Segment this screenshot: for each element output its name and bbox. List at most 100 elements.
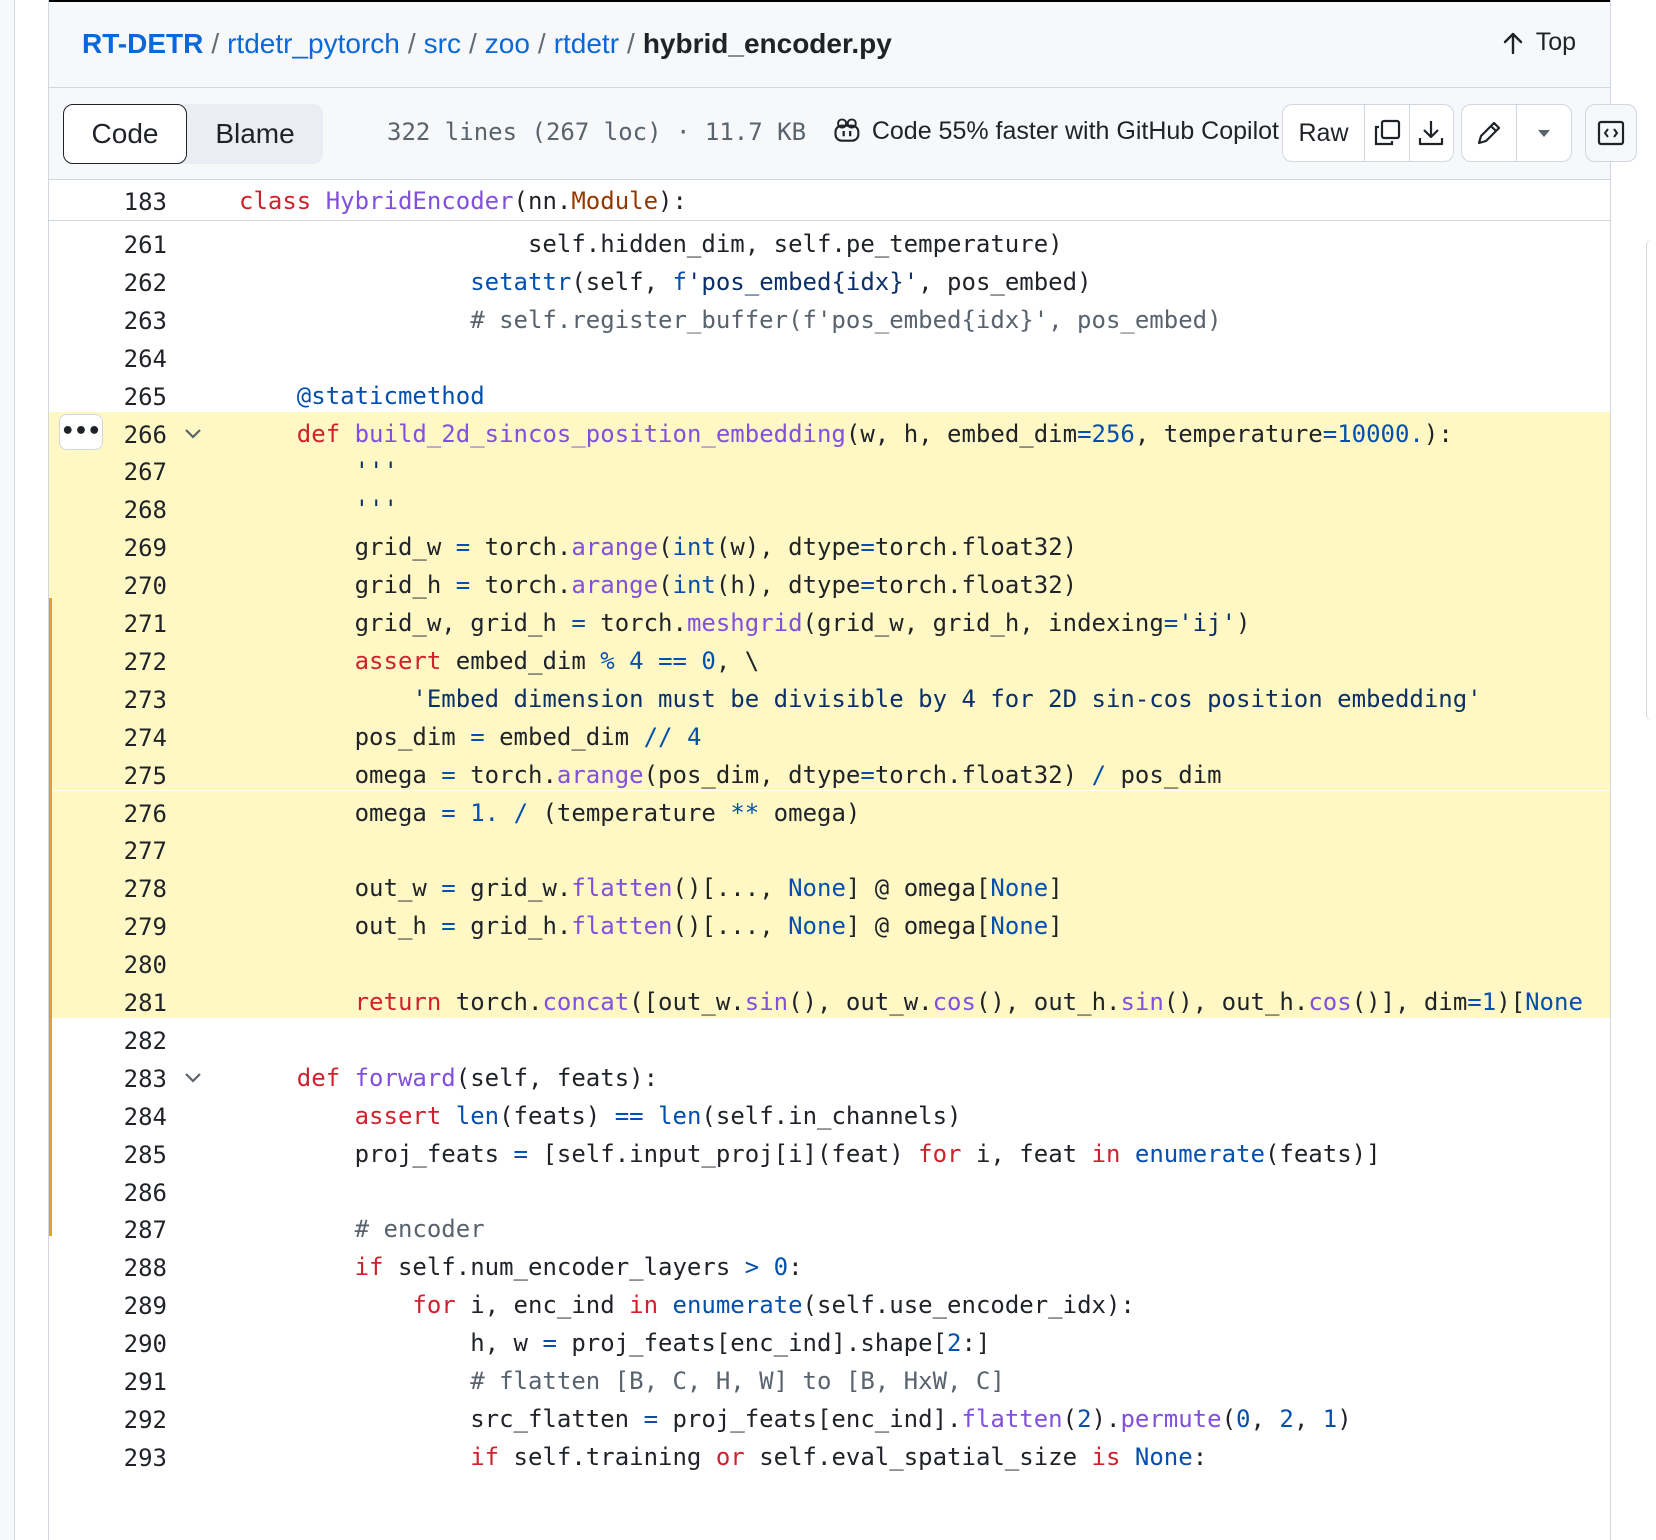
breadcrumb-folder-link[interactable]: src [424,28,461,59]
line-number[interactable]: 267 [49,458,167,486]
code-line[interactable]: 287 # encoder [49,1207,1610,1245]
line-number[interactable]: 287 [49,1216,167,1244]
line-number[interactable]: 263 [49,307,167,335]
code-line[interactable]: 265 @staticmethod [49,374,1610,412]
line-number[interactable]: 277 [49,837,167,865]
line-number[interactable]: 282 [49,1027,167,1055]
line-number[interactable]: 265 [49,383,167,411]
code-line[interactable]: 286 [49,1170,1610,1208]
line-number[interactable]: 273 [49,686,167,714]
code-line[interactable]: 267 ''' [49,449,1610,488]
code-line[interactable]: 262 setattr(self, f'pos_embed{idx}', pos… [49,260,1610,298]
left-gutter [0,0,15,1540]
page-scrollbar[interactable] [1646,240,1656,720]
code-line[interactable]: 290 h, w = proj_feats[enc_ind].shape[2:] [49,1321,1610,1359]
raw-button[interactable]: Raw [1283,105,1366,161]
download-button[interactable] [1410,105,1453,161]
code-text: omega = 1. / (temperature ** omega) [239,798,861,827]
code-line[interactable]: 264 [49,336,1610,374]
code-line[interactable]: 263 # self.register_buffer(f'pos_embed{i… [49,298,1610,336]
line-number[interactable]: 284 [49,1103,167,1131]
code-line[interactable]: 292 src_flatten = proj_feats[enc_ind].fl… [49,1397,1610,1435]
code-line[interactable]: 280 [49,942,1610,980]
line-number[interactable]: 280 [49,951,167,979]
line-number[interactable]: 286 [49,1179,167,1207]
fold-chevron-icon[interactable] [183,422,203,446]
line-options-button[interactable]: ••• [59,413,103,450]
line-number[interactable]: 276 [49,800,167,828]
code-line[interactable]: 285 proj_feats = [self.input_proj[i](fea… [49,1132,1610,1170]
code-text: ''' [354,457,398,486]
line-number[interactable]: 281 [49,989,167,1017]
breadcrumb-folder-link[interactable]: zoo [485,28,530,59]
line-number[interactable]: 271 [49,610,167,638]
code-line[interactable]: 288 if self.num_encoder_layers > 0: [49,1245,1610,1283]
code-text: def forward(self, feats): [296,1063,659,1092]
breadcrumb-folder-link[interactable]: rtdetr [554,28,619,59]
code-line[interactable]: 279 out_h = grid_h.flatten()[..., None] … [49,904,1610,943]
code-line[interactable]: 283 def forward(self, feats): [49,1056,1610,1094]
line-number[interactable]: 288 [49,1254,167,1282]
line-number[interactable]: 264 [49,345,167,373]
copy-raw-button[interactable] [1365,105,1410,161]
tab-code[interactable]: Code [63,104,187,164]
breadcrumb-repo-link[interactable]: RT-DETR [82,28,203,59]
file-panel: RT-DETR / rtdetr_pytorch / src / zoo / rtdetr / hy… [48,0,1637,1540]
line-number[interactable]: 274 [49,724,167,752]
copilot-icon [834,118,860,142]
code-line[interactable]: 293 if self.training or self.eval_spatia… [49,1435,1610,1473]
line-number[interactable]: 183 [49,188,167,216]
line-number[interactable]: 268 [49,496,167,524]
code-line[interactable]: 291 # flatten [B, C, H, W] to [B, HxW, C… [49,1359,1610,1397]
line-number[interactable]: 269 [49,534,167,562]
code-line[interactable]: 273 'Embed dimension must be divisible b… [49,676,1610,715]
breadcrumb: RT-DETR / rtdetr_pytorch / src / zoo / rtdetr / hy… [82,28,892,60]
line-number[interactable]: 285 [49,1141,167,1169]
line-number[interactable]: 289 [49,1292,167,1320]
code-line[interactable]: 278 out_w = grid_w.flatten()[..., None] … [49,866,1610,905]
code-line[interactable]: 266 ••• def build_2d_sincos_position_embe… [49,411,1610,450]
line-number[interactable]: 261 [49,231,167,259]
line-number[interactable]: 279 [49,913,167,941]
code-line[interactable]: 281 return torch.concat([out_w.sin(), ou… [49,980,1610,1018]
code-line[interactable]: 275 omega = torch.arange(pos_dim, dtype=… [49,752,1610,791]
line-number[interactable]: 290 [49,1330,167,1358]
code-text: if self.num_encoder_layers > 0: [354,1253,803,1282]
code-line[interactable]: 289 for i, enc_ind in enumerate(self.use… [49,1283,1610,1321]
line-number[interactable]: 278 [49,875,167,903]
sticky-code: class HybridEncoder(nn.Module): [239,187,687,215]
more-edit-options-button[interactable] [1517,105,1571,161]
code-line[interactable]: 268 ''' [49,487,1610,526]
code-line[interactable]: 261 self.hidden_dim, self.pe_temperature… [49,222,1610,260]
code-line[interactable]: 284 assert len(feats) == len(self.in_cha… [49,1094,1610,1132]
line-number[interactable]: 262 [49,269,167,297]
code-text: for i, enc_ind in enumerate(self.use_enc… [412,1291,1135,1320]
line-number[interactable]: 291 [49,1368,167,1396]
breadcrumb-folder-link[interactable]: rtdetr_pytorch [227,28,400,59]
fold-chevron-icon[interactable] [183,1066,203,1090]
symbols-panel-button[interactable] [1586,105,1636,161]
code-line[interactable]: 269 grid_w = torch.arange(int(w), dtype=… [49,525,1610,564]
code-line[interactable]: 282 [49,1018,1610,1056]
line-number[interactable]: 272 [49,648,167,676]
line-number[interactable]: 293 [49,1444,167,1472]
code-line[interactable]: 277 [49,828,1610,867]
code-text: def build_2d_sincos_position_embedding(w… [296,419,1453,448]
code-line[interactable]: 274 pos_dim = embed_dim // 4 [49,714,1610,753]
code-line[interactable]: 271 grid_w, grid_h = torch.meshgrid(grid… [49,601,1610,639]
tab-blame[interactable]: Blame [187,104,323,164]
code-line[interactable]: 276 omega = 1. / (temperature ** omega) [49,790,1610,829]
top-button[interactable]: Top [1502,28,1576,57]
line-number[interactable]: 275 [49,762,167,790]
sticky-scope-line[interactable]: 183 class HybridEncoder(nn.Module): [49,180,1610,221]
edit-button[interactable] [1462,105,1517,161]
code-line[interactable]: 270 grid_h = torch.arange(int(h), dtype=… [49,563,1610,601]
code-line[interactable]: 272 assert embed_dim % 4 == 0, \ [49,638,1610,677]
pencil-icon [1477,121,1501,145]
symbols-icon [1597,120,1625,146]
file-toolbar: Code Blame 322 lines (267 loc) · 11.7 KB… [49,88,1637,180]
line-number[interactable]: 270 [49,572,167,600]
line-number[interactable]: 283 [49,1065,167,1093]
copilot-promo-link[interactable]: Code 55% faster with GitHub Copilot [832,116,1279,146]
line-number[interactable]: 292 [49,1406,167,1434]
